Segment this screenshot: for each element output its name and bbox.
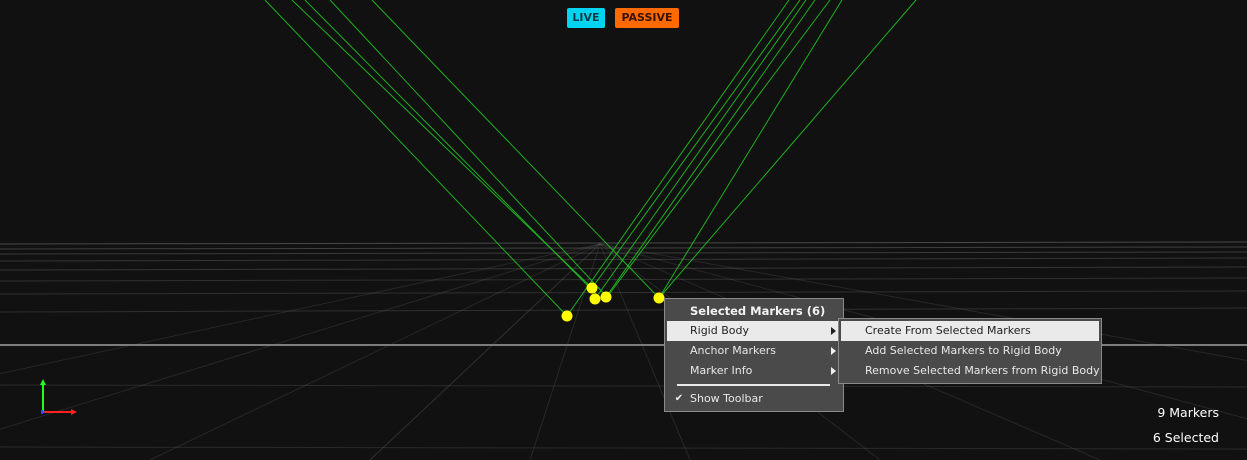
- menu-item-label: Marker Info: [690, 364, 753, 377]
- menu-item-anchor-markers[interactable]: Anchor Markers: [667, 341, 841, 361]
- menu-item-marker-info[interactable]: Marker Info: [667, 361, 841, 381]
- menu-item-label: Anchor Markers: [690, 344, 777, 357]
- menu-item-label: Show Toolbar: [690, 392, 763, 405]
- context-menu: Selected Markers (6) Rigid Body Anchor M…: [664, 298, 844, 412]
- axis-triad-icon: [40, 379, 77, 415]
- live-badge[interactable]: LIVE: [567, 8, 605, 28]
- menu-separator: [677, 384, 830, 386]
- marker[interactable]: [561, 310, 573, 322]
- submenu-item-add-to-rigid-body[interactable]: Add Selected Markers to Rigid Body: [841, 341, 1099, 361]
- marker[interactable]: [653, 292, 665, 304]
- submenu-item-remove-from-rigid-body[interactable]: Remove Selected Markers from Rigid Body: [841, 361, 1100, 381]
- marker-count: 9 Markers: [1157, 405, 1219, 420]
- menu-item-rigid-body[interactable]: Rigid Body: [667, 321, 841, 341]
- chevron-right-icon: [831, 327, 836, 335]
- marker[interactable]: [589, 293, 601, 305]
- passive-badge[interactable]: PASSIVE: [615, 8, 679, 28]
- menu-item-show-toolbar[interactable]: ✔ Show Toolbar: [667, 389, 841, 409]
- menu-item-label: Rigid Body: [690, 324, 749, 337]
- check-icon: ✔: [674, 393, 684, 404]
- chevron-right-icon: [831, 367, 836, 375]
- submenu-item-create-from-selected[interactable]: Create From Selected Markers: [841, 321, 1099, 341]
- selected-count: 6 Selected: [1152, 430, 1219, 445]
- marker[interactable]: [586, 282, 598, 294]
- context-menu-header: Selected Markers (6): [690, 304, 826, 318]
- rigid-body-submenu: Create From Selected Markers Add Selecte…: [838, 318, 1102, 384]
- 3d-viewport[interactable]: [0, 0, 1247, 460]
- marker[interactable]: [600, 291, 612, 303]
- chevron-right-icon: [831, 347, 836, 355]
